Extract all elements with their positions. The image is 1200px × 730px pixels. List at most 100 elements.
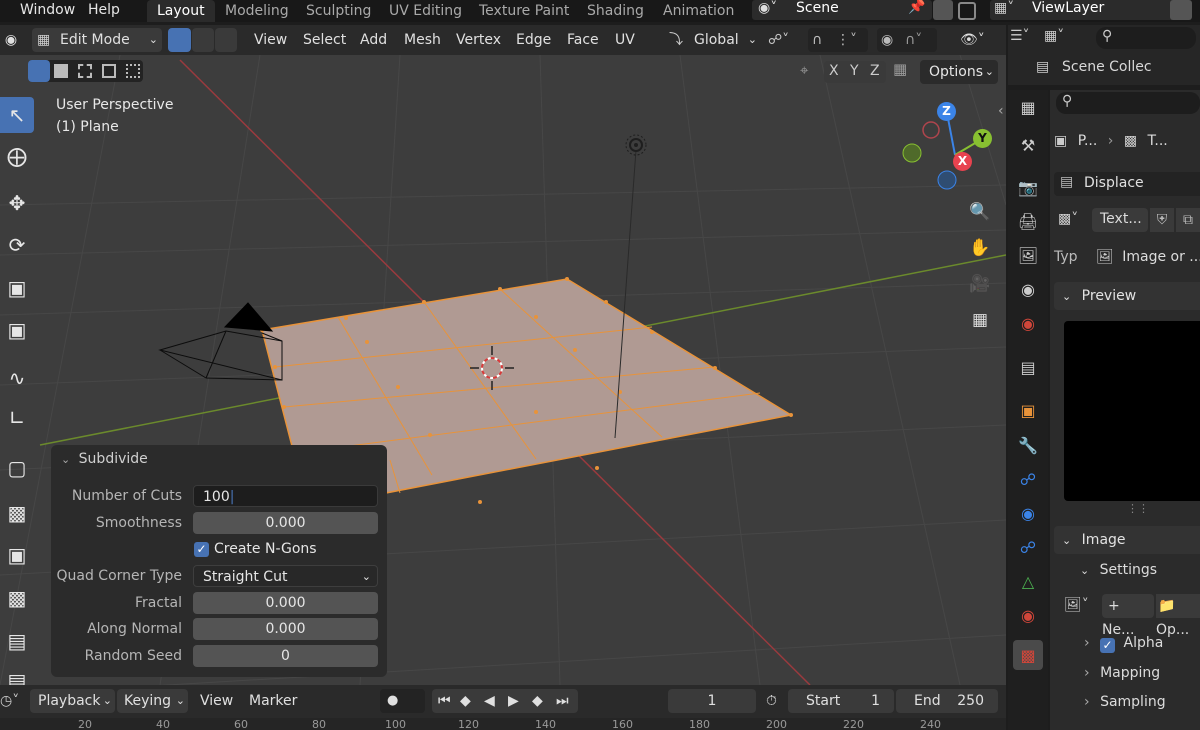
new-image-button[interactable]: + Ne...: [1102, 594, 1154, 638]
new-scene-icon[interactable]: [933, 0, 953, 20]
output-tab-icon[interactable]: 🖨: [1013, 206, 1043, 236]
open-image-button[interactable]: 📁 Op...: [1156, 594, 1200, 638]
pin-icon[interactable]: 📌: [908, 0, 925, 15]
modifier-tab-icon[interactable]: 🔧: [1013, 430, 1043, 460]
select-extend-icon[interactable]: [54, 64, 68, 78]
world-tab-icon[interactable]: ◉: [1013, 308, 1043, 338]
properties-editor-icon[interactable]: ▦: [1013, 92, 1043, 122]
gizmo-x-axis[interactable]: X: [953, 152, 972, 171]
auto-keying-toggle[interactable]: ●: [380, 689, 425, 713]
collection-tab-icon[interactable]: ▤: [1013, 352, 1043, 382]
mirror-icon[interactable]: ⌖: [800, 61, 808, 79]
annotate-tool-icon[interactable]: ∿: [0, 360, 34, 396]
smoothness-field[interactable]: 0.000: [193, 512, 378, 534]
tab-uv-editing[interactable]: UV Editing: [379, 0, 472, 22]
cursor-tool-icon[interactable]: ⨁: [0, 138, 34, 174]
select-intersect-icon[interactable]: [126, 64, 140, 78]
scene-selector[interactable]: ◉˅ Scene 📌: [752, 0, 932, 20]
tab-shading[interactable]: Shading: [577, 0, 654, 22]
filter-icon[interactable]: ☰˅: [1010, 28, 1030, 44]
preview-panel-header[interactable]: ⌄ Preview: [1054, 282, 1200, 310]
play-icon[interactable]: ▶: [508, 689, 519, 713]
menu-mesh[interactable]: Mesh: [404, 28, 441, 52]
bevel-tool-icon[interactable]: ▩: [0, 580, 34, 616]
select-invert-icon[interactable]: [102, 64, 116, 78]
menu-uv[interactable]: UV: [615, 28, 635, 52]
zoom-icon[interactable]: 🔍: [965, 197, 995, 227]
proportional-editing[interactable]: ◉ ∩˅: [877, 28, 937, 52]
select-subtract-icon[interactable]: [78, 64, 92, 78]
along-normal-field[interactable]: 0.000: [193, 618, 378, 640]
playback-menu[interactable]: Playback ⌄: [30, 689, 115, 713]
menu-help[interactable]: Help: [88, 1, 120, 21]
prev-keyframe-icon[interactable]: ◆: [460, 689, 471, 713]
keying-menu[interactable]: Keying ⌄: [117, 689, 188, 713]
mirror-y-toggle[interactable]: Y: [850, 63, 859, 79]
texture-tab-icon[interactable]: ▩: [1013, 640, 1043, 670]
texture-name-field[interactable]: Text...: [1092, 208, 1148, 232]
loop-cut-tool-icon[interactable]: ▤: [0, 623, 34, 659]
create-ngons-row[interactable]: ✓ Create N-Gons: [51, 539, 387, 563]
image-panel-header[interactable]: ⌄ Image: [1054, 526, 1200, 554]
start-frame-field[interactable]: Start 1: [788, 689, 894, 713]
resize-handle-icon[interactable]: ⋮⋮: [1127, 502, 1149, 515]
timeline-menu-marker[interactable]: Marker: [249, 689, 297, 713]
view-layer-selector[interactable]: ▦˅ ViewLayer: [990, 0, 1190, 20]
select-new-icon[interactable]: [28, 60, 50, 82]
data-tab-icon[interactable]: △: [1013, 566, 1043, 596]
play-reverse-icon[interactable]: ◀: [484, 689, 495, 713]
delete-scene-icon[interactable]: [958, 2, 976, 20]
end-frame-field[interactable]: End 250: [896, 689, 998, 713]
duplicate-icon[interactable]: ⧉: [1176, 208, 1200, 232]
options-dropdown[interactable]: Options ⌄: [920, 60, 998, 84]
alpha-checkbox[interactable]: ✓: [1100, 638, 1116, 653]
type-value[interactable]: Image or ...: [1122, 249, 1200, 265]
fake-user-shield-icon[interactable]: ⛨: [1150, 208, 1174, 232]
transform-tool-icon[interactable]: ▣: [0, 312, 34, 348]
timeline-menu-view[interactable]: View: [200, 689, 233, 713]
menu-add[interactable]: Add: [360, 28, 387, 52]
alpha-subpanel[interactable]: › ✓ Alpha: [1084, 630, 1163, 656]
pan-hand-icon[interactable]: ✋: [965, 233, 995, 263]
tool-tab-icon[interactable]: ⚒: [1013, 130, 1043, 160]
camera-view-icon[interactable]: 🎥: [965, 269, 995, 299]
number-of-cuts-field[interactable]: 100|: [193, 485, 378, 507]
current-frame-field[interactable]: 1: [668, 689, 756, 713]
menu-vertex[interactable]: Vertex: [456, 28, 501, 52]
tab-sculpting[interactable]: Sculpting: [296, 0, 381, 22]
tab-layout[interactable]: Layout: [147, 0, 215, 22]
random-seed-field[interactable]: 0: [193, 645, 378, 667]
edge-select-icon[interactable]: [192, 28, 214, 52]
tab-modeling[interactable]: Modeling: [215, 0, 299, 22]
new-view-layer-icon[interactable]: [1170, 0, 1192, 20]
settings-subpanel-header[interactable]: ⌄ Settings: [1080, 557, 1157, 583]
sampling-subpanel[interactable]: › Sampling: [1084, 689, 1166, 715]
orientation-selector[interactable]: ⤵ Global ⌄: [665, 28, 760, 52]
menu-edge[interactable]: Edge: [516, 28, 551, 52]
mode-selector[interactable]: ▦ Edit Mode ⌄: [32, 28, 162, 52]
mapping-subpanel[interactable]: › Mapping: [1084, 660, 1160, 686]
sidebar-toggle-icon[interactable]: ‹: [998, 103, 1004, 119]
measure-tool-icon[interactable]: ∟: [0, 400, 34, 436]
timeline-ruler[interactable]: 20 40 60 80 100 120 140 160 180 200 220 …: [0, 718, 1006, 730]
jump-end-icon[interactable]: ⏭: [556, 689, 569, 713]
constraints-tab-icon[interactable]: ☍: [1013, 532, 1043, 562]
quad-corner-dropdown[interactable]: Straight Cut ⌄: [193, 565, 378, 587]
perspective-toggle-icon[interactable]: ▦: [965, 305, 995, 335]
stopwatch-icon[interactable]: ⏱: [766, 689, 777, 713]
move-tool-icon[interactable]: ✥: [0, 185, 34, 221]
add-cube-tool-icon[interactable]: ▢: [0, 450, 34, 486]
next-keyframe-icon[interactable]: ◆: [532, 689, 543, 713]
outliner-search-input[interactable]: ⚲: [1096, 27, 1196, 49]
tab-animation[interactable]: Animation: [653, 0, 744, 22]
physics-tab-icon[interactable]: ◉: [1013, 498, 1043, 528]
scale-tool-icon[interactable]: ▣: [0, 270, 34, 306]
knife-tool-icon[interactable]: ▤: [0, 663, 34, 685]
menu-select[interactable]: Select: [303, 28, 346, 52]
snap-toggle[interactable]: ∩ ⋮˅: [808, 28, 868, 52]
3d-viewport[interactable]: Z Y X ⌖ X Y Z ▦ Options ⌄ User Perspecti…: [0, 55, 1006, 685]
display-mode-icon[interactable]: ▦˅: [1044, 28, 1064, 44]
extrude-tool-icon[interactable]: ▩: [0, 495, 34, 531]
render-tab-icon[interactable]: 📷: [1013, 172, 1043, 202]
inset-tool-icon[interactable]: ▣: [0, 537, 34, 573]
